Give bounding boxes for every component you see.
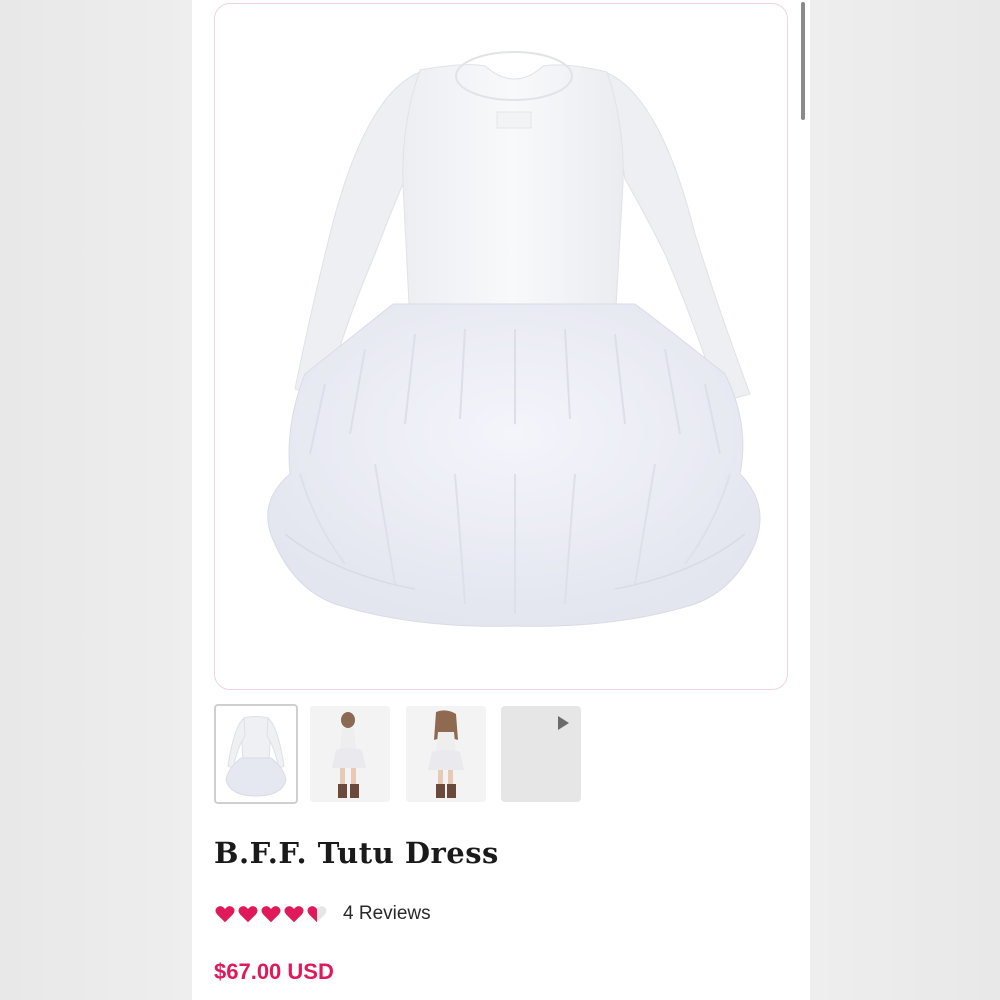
reviews-link[interactable]: 4 Reviews [343, 903, 431, 925]
play-icon [558, 716, 569, 730]
background-blur-left [0, 0, 192, 1000]
dress-image [267, 51, 761, 627]
thumbnail-2[interactable] [310, 706, 390, 802]
product-price: $67.00 USD [214, 959, 334, 984]
heart-icon [238, 906, 258, 923]
half-heart-icon [307, 906, 327, 923]
heart-icon [261, 906, 281, 923]
model-photo-image [310, 706, 390, 802]
scrollbar[interactable] [801, 2, 805, 120]
heart-icon [215, 906, 235, 923]
thumbnail-strip [214, 704, 594, 804]
background-blur-right [810, 0, 1000, 1000]
product-main-image[interactable] [214, 3, 788, 690]
thumbnail-3[interactable] [406, 706, 486, 802]
thumbnail-video[interactable] [501, 706, 581, 802]
product-page: B.F.F. Tutu Dress 4 Reviews $67.00 USD [192, 0, 810, 1000]
heart-icon [284, 906, 304, 923]
thumbnail-1[interactable] [214, 704, 298, 804]
rating-stars [214, 903, 329, 925]
dress-thumbnail-image [225, 716, 287, 797]
product-rating[interactable]: 4 Reviews [214, 900, 431, 928]
model-photo-image-2 [406, 706, 486, 802]
product-title: B.F.F. Tutu Dress [214, 836, 499, 870]
